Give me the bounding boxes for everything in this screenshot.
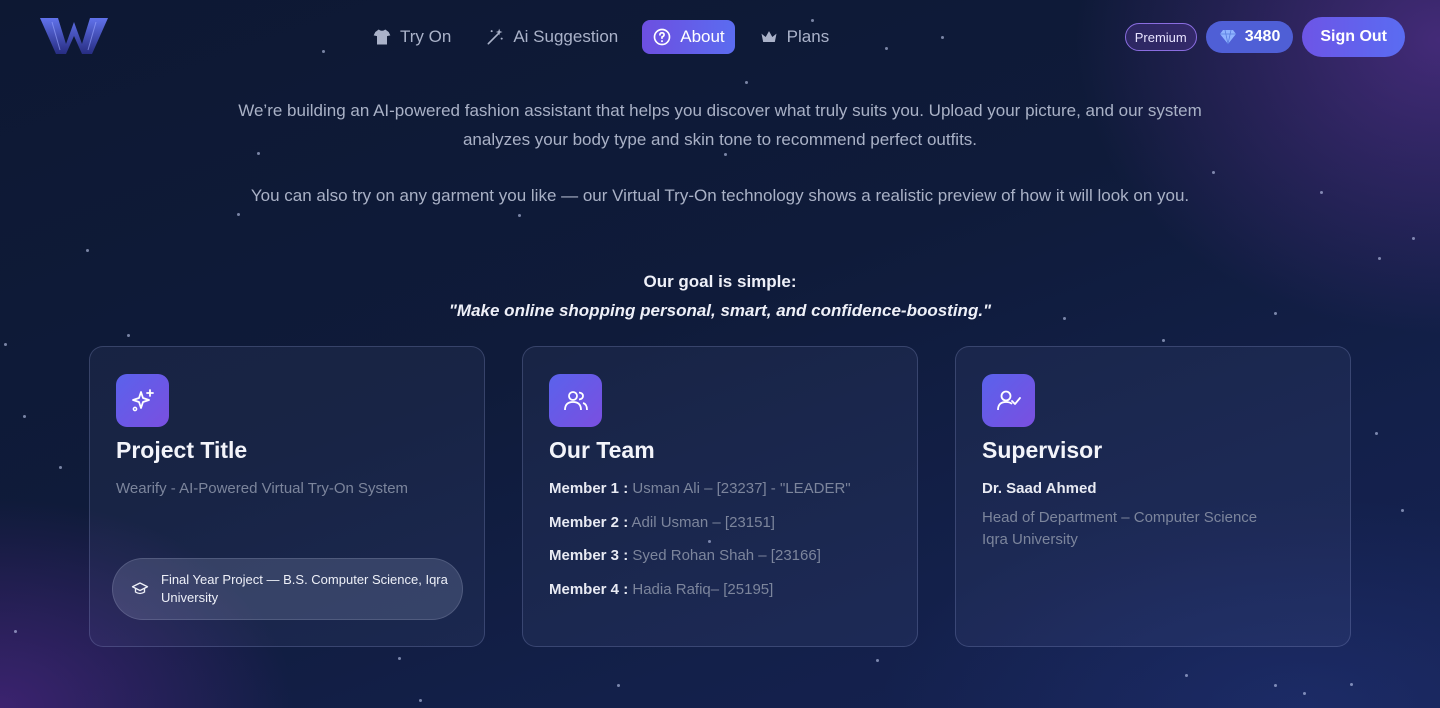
card-title: Supervisor xyxy=(982,437,1103,463)
crown-icon xyxy=(761,31,777,42)
card-title: Project Title xyxy=(116,437,248,463)
member-value: Syed Rohan Shah – [23166] xyxy=(632,547,821,564)
team-member-list: Member 1 : Usman Ali – [23237] - "LEADER… xyxy=(549,480,851,614)
member-label: Member 1 : xyxy=(549,480,629,497)
project-name: Wearify - AI-Powered Virtual Try-On Syst… xyxy=(116,480,409,497)
nav-item-label: Plans xyxy=(786,27,830,46)
supervisor-name: Dr. Saad Ahmed xyxy=(982,480,1097,497)
goal-heading: Our goal is simple: xyxy=(643,272,797,291)
users-icon xyxy=(549,374,602,427)
goal-quote: "Make online shopping personal, smart, a… xyxy=(448,301,992,320)
member-label: Member 3 : xyxy=(549,547,629,564)
user-check-icon xyxy=(982,374,1035,427)
credits-balance[interactable]: 3480 xyxy=(1205,21,1294,53)
nav-item-ai-suggestion[interactable]: Ai Suggestion xyxy=(475,20,628,54)
list-item: Member 4 : Hadia Rafiq– [25195] xyxy=(549,581,851,598)
gem-icon xyxy=(1219,29,1236,45)
intro-paragraph-2: You can also try on any garment you like… xyxy=(250,186,1190,205)
shirt-icon xyxy=(373,29,391,45)
list-item: Member 3 : Syed Rohan Shah – [23166] xyxy=(549,547,851,564)
graduation-cap-icon xyxy=(131,582,149,595)
project-card: Project Title Wearify - AI-Powered Virtu… xyxy=(89,346,485,647)
supervisor-university: Iqra University xyxy=(982,531,1078,548)
nav-item-try-on[interactable]: Try On xyxy=(362,20,461,54)
member-value: Adil Usman – [23151] xyxy=(631,513,775,531)
goal-section: Our goal is simple: "Make online shoppin… xyxy=(220,267,1220,325)
premium-badge: Premium xyxy=(1124,23,1197,51)
header-actions: Premium 3480 Sign Out xyxy=(1124,17,1405,57)
supervisor-card: Supervisor Dr. Saad Ahmed Head of Depart… xyxy=(955,346,1351,647)
list-item: Member 2 : Adil Usman – [23151] xyxy=(549,514,851,531)
supervisor-role-line: Head of Department – Computer Science xyxy=(982,509,1258,526)
member-label: Member 2 : xyxy=(549,513,629,531)
nav-item-about[interactable]: About xyxy=(642,20,735,54)
card-title: Our Team xyxy=(549,437,655,463)
question-circle-icon xyxy=(653,28,671,46)
nav-item-plans[interactable]: Plans xyxy=(749,20,840,54)
magic-wand-icon xyxy=(487,28,503,45)
member-label: Member 4 : xyxy=(549,580,629,598)
final-year-project-text: Final Year Project — B.S. Computer Scien… xyxy=(161,572,448,605)
member-value: Hadia Rafiq– [25195] xyxy=(632,580,774,598)
final-year-project-pill: Final Year Project — B.S. Computer Scien… xyxy=(112,558,463,620)
nav-item-label: Try On xyxy=(400,27,452,46)
supervisor-role: Head of Department – Computer Science Iq… xyxy=(982,507,1257,551)
team-card: Our Team Member 1 : Usman Ali – [23237] … xyxy=(522,346,918,647)
sparkles-icon xyxy=(116,374,169,427)
nav-item-label: Ai Suggestion xyxy=(513,27,619,46)
nav-item-label: About xyxy=(680,27,725,46)
list-item: Member 1 : Usman Ali – [23237] - "LEADER… xyxy=(549,480,851,497)
credits-count: 3480 xyxy=(1244,28,1281,45)
main-nav: Try On Ai Suggestion About Plans xyxy=(362,20,839,54)
intro-paragraph-1: We’re building an AI-powered fashion ass… xyxy=(238,101,1202,149)
wearify-logo[interactable] xyxy=(38,14,110,58)
sign-out-button[interactable]: Sign Out xyxy=(1302,17,1405,57)
member-value: Usman Ali – [23237] - "LEADER" xyxy=(632,480,851,497)
